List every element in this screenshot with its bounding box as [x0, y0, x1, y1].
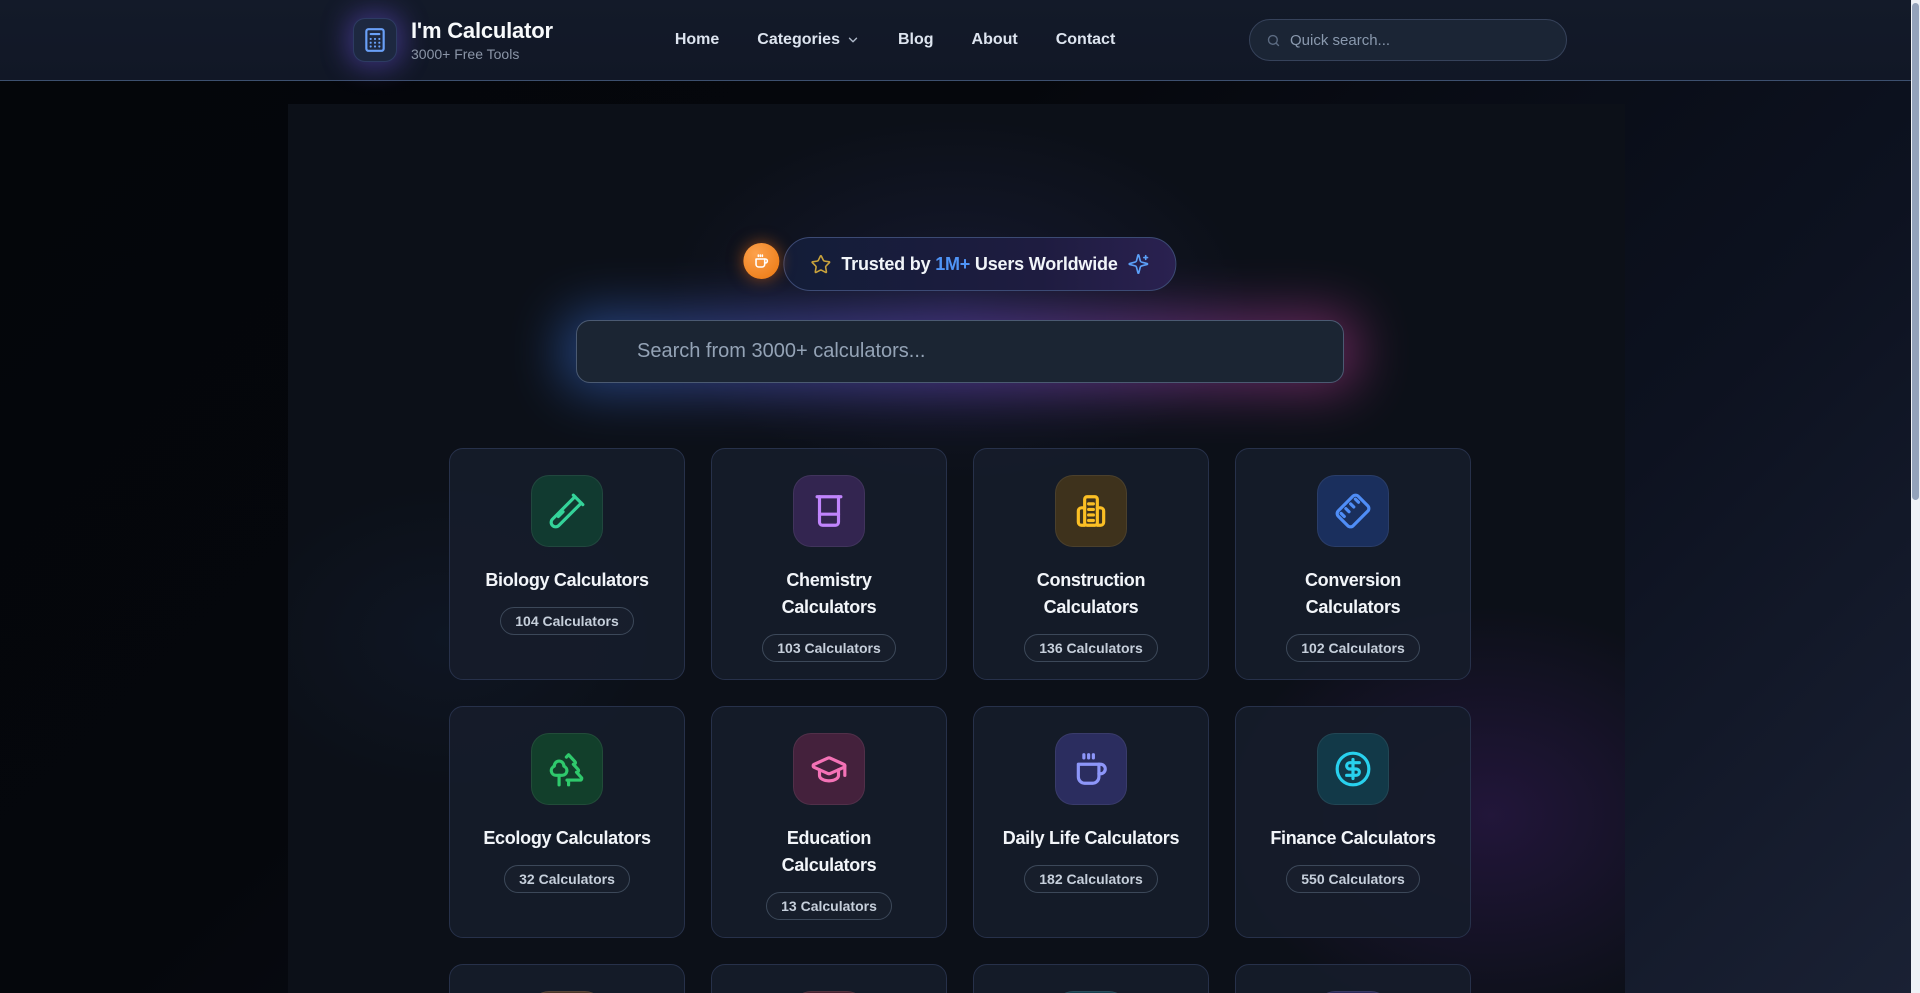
category-card-conversion[interactable]: ConversionCalculators 102 Calculators: [1235, 448, 1471, 680]
main-nav: Home Categories Blog About Contact: [675, 31, 1115, 49]
calculator-icon: [353, 18, 397, 62]
trees-icon: [531, 733, 603, 805]
category-card-partial[interactable]: [973, 964, 1209, 993]
category-title: Ecology Calculators: [483, 825, 650, 852]
category-title: Finance Calculators: [1270, 825, 1435, 852]
category-count-badge: 103 Calculators: [762, 634, 896, 662]
brand-text: I'm Calculator 3000+ Free Tools: [411, 18, 553, 61]
category-title: ConversionCalculators: [1305, 567, 1401, 621]
nav-item-categories[interactable]: Categories: [757, 31, 860, 49]
category-card-finance[interactable]: Finance Calculators 550 Calculators: [1235, 706, 1471, 938]
category-card-partial[interactable]: [449, 964, 685, 993]
quick-search-box[interactable]: [1249, 19, 1567, 61]
category-card-construction[interactable]: ConstructionCalculators 136 Calculators: [973, 448, 1209, 680]
test-tube-icon: [531, 475, 603, 547]
nav-item-contact[interactable]: Contact: [1056, 31, 1116, 49]
beaker-icon: [793, 475, 865, 547]
nav-item-about[interactable]: About: [972, 31, 1018, 49]
top-navigation-bar: I'm Calculator 3000+ Free Tools Home Cat…: [0, 0, 1920, 81]
scrollbar-thumb[interactable]: [1912, 3, 1919, 500]
star-icon: [810, 254, 831, 275]
category-title: ConstructionCalculators: [1037, 567, 1145, 621]
buy-coffee-button[interactable]: [743, 243, 779, 279]
category-card-ecology[interactable]: Ecology Calculators 32 Calculators: [449, 706, 685, 938]
main-search-input[interactable]: [577, 321, 1343, 382]
trusted-badge-text: Trusted by 1M+ Users Worldwide: [841, 254, 1117, 275]
ruler-icon: [1317, 475, 1389, 547]
category-title: ChemistryCalculators: [782, 567, 877, 621]
user-count: 1M+: [935, 254, 970, 274]
category-count-badge: 104 Calculators: [500, 607, 634, 635]
site-tagline: 3000+ Free Tools: [411, 46, 553, 62]
sparkles-icon: [1128, 253, 1150, 275]
category-card-biology[interactable]: Biology Calculators 104 Calculators: [449, 448, 685, 680]
header-inner: I'm Calculator 3000+ Free Tools Home Cat…: [353, 0, 1567, 80]
category-card-partial[interactable]: [1235, 964, 1471, 993]
category-count-badge: 136 Calculators: [1024, 634, 1158, 662]
category-count-badge: 550 Calculators: [1286, 865, 1420, 893]
category-card-daily-life[interactable]: Daily Life Calculators 182 Calculators: [973, 706, 1209, 938]
coffee-cup-icon: [1055, 733, 1127, 805]
hero-badge-row: Trusted by 1M+ Users Worldwide: [743, 237, 1176, 291]
search-icon: [1266, 33, 1281, 48]
category-grid: Biology Calculators 104 Calculators Chem…: [449, 448, 1471, 993]
category-card-education[interactable]: EducationCalculators 13 Calculators: [711, 706, 947, 938]
category-card-chemistry[interactable]: ChemistryCalculators 103 Calculators: [711, 448, 947, 680]
building-icon: [1055, 475, 1127, 547]
category-title: EducationCalculators: [782, 825, 877, 879]
nav-item-home[interactable]: Home: [675, 31, 719, 49]
category-title: Daily Life Calculators: [1003, 825, 1179, 852]
calculator-homepage: I'm Calculator 3000+ Free Tools Home Cat…: [0, 0, 1920, 993]
circle-dollar-icon: [1317, 733, 1389, 805]
brand-home-link[interactable]: I'm Calculator 3000+ Free Tools: [353, 18, 553, 62]
main-search-bar[interactable]: [576, 320, 1344, 383]
category-count-badge: 13 Calculators: [766, 892, 892, 920]
category-count-badge: 32 Calculators: [504, 865, 630, 893]
category-count-badge: 102 Calculators: [1286, 634, 1420, 662]
graduation-cap-icon: [793, 733, 865, 805]
site-title: I'm Calculator: [411, 18, 553, 43]
category-count-badge: 182 Calculators: [1024, 865, 1158, 893]
quick-search-input[interactable]: [1290, 32, 1550, 49]
coffee-icon: [753, 253, 769, 269]
trusted-badge: Trusted by 1M+ Users Worldwide: [783, 237, 1176, 291]
category-title: Biology Calculators: [485, 567, 648, 594]
hero-search-area: [576, 320, 1344, 383]
chevron-down-icon: [846, 33, 860, 47]
category-card-partial[interactable]: [711, 964, 947, 993]
nav-item-blog[interactable]: Blog: [898, 31, 934, 49]
